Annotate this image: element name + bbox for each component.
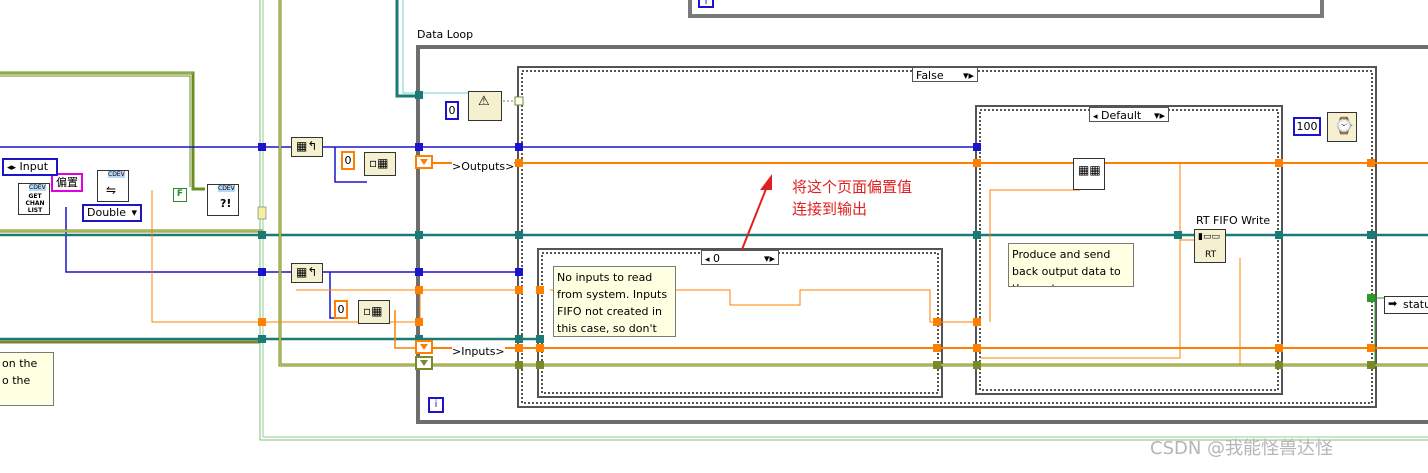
case-selector-default[interactable]: ◂ Default ▾▸ — [1089, 107, 1169, 122]
wait-ms-node[interactable]: ⌚ — [1327, 112, 1357, 142]
type-enum[interactable]: Double ▾ — [82, 204, 142, 222]
error-icon: ?! — [220, 197, 232, 210]
false-constant[interactable]: F — [173, 188, 187, 202]
case-structure-false — [517, 66, 1377, 408]
decrement-arrow-icon: ◂ — [705, 255, 710, 265]
case-selector-inputs-text: 0 — [713, 252, 721, 265]
dropdown-arrow-icon: ▾▸ — [763, 252, 775, 265]
wristwatch-icon: ⌚ — [1334, 116, 1354, 135]
case-selector-default-text: Default — [1101, 109, 1142, 122]
array-grid-icon: ▦↰ — [296, 265, 318, 279]
get-chan-list-node[interactable]: CDEV GET CHAN LIST — [18, 183, 50, 215]
rt-fifo-label: RT FIFO Write — [1196, 214, 1271, 227]
status-label: statu — [1403, 298, 1428, 311]
ring-arrows-icon: ◂▸ — [7, 163, 17, 173]
error-wires — [0, 0, 1428, 367]
build-array-node-2[interactable]: ▦↰ — [291, 263, 323, 283]
case-selector-false[interactable]: False ▾▸ — [912, 67, 978, 82]
iteration-terminal: i — [428, 397, 444, 413]
annotation-line1: 将这个页面偏置值 — [792, 178, 913, 196]
get-chan-list-text: GET CHAN LIST — [25, 193, 45, 214]
comment-left-line2: o the — [2, 374, 31, 387]
array-grid-icon: ▦▦ — [1078, 163, 1101, 177]
annotation-line2: 连接到输出 — [792, 200, 868, 218]
orange-wires — [151, 162, 1428, 365]
input-enum-text: Input — [19, 160, 49, 173]
dropdown-arrow-icon: ▾ — [131, 206, 137, 219]
comment-produce-output: Produce and send back output data to the… — [1008, 243, 1134, 287]
rt-fifo-write-node[interactable]: ▮▭▭ RT — [1194, 229, 1226, 263]
array-replace-node[interactable]: ▦▦ — [1073, 158, 1105, 190]
zero-constant-orange-1[interactable]: 0 — [341, 151, 355, 170]
case-selector-inputs[interactable]: ◂ 0 ▾▸ — [701, 250, 779, 265]
outputs-tunnel-label: >Outputs> — [452, 160, 515, 173]
decrement-arrow-icon: ◂ — [1093, 112, 1098, 122]
initialize-array-node-2[interactable]: ▫▦ — [358, 300, 390, 324]
watermark: CSDN @我能怪兽达怪 — [1150, 438, 1334, 459]
arrow-right-icon: ➡ — [1388, 297, 1398, 310]
comment-no-inputs: No inputs to read from system. Inputs FI… — [553, 266, 676, 337]
cdev-tag: CDEV — [108, 171, 125, 178]
comment-left-line1: on the — [2, 357, 38, 370]
cdev-tag: CDEV — [29, 184, 46, 191]
inputs-tunnel-label: >Inputs> — [452, 345, 505, 358]
warning-icon: ⚠ — [478, 94, 490, 109]
array-grid-icon: ▦↰ — [296, 139, 318, 153]
rt-fifo-node-text: RT — [1205, 250, 1217, 260]
property-icon: ⇋ — [106, 183, 117, 197]
status-indicator[interactable]: ➡ statu — [1384, 296, 1428, 314]
timer-constant[interactable]: 100 — [1293, 117, 1321, 136]
iteration-terminal-top: i — [698, 0, 714, 8]
top-frame-structure — [688, 0, 1324, 18]
cdev-error-node[interactable]: CDEV ?! — [207, 184, 239, 216]
data-loop-label: Data Loop — [417, 28, 474, 41]
fifo-icon: ▮▭▭ — [1198, 232, 1220, 242]
case-selector-false-text: False — [916, 69, 944, 82]
build-array-node-1[interactable]: ▦↰ — [291, 137, 323, 157]
teal-wire-top — [395, 0, 520, 102]
zero-constant-blue[interactable]: 0 — [445, 101, 459, 120]
initialize-array-icon: ▫▦ — [363, 304, 383, 318]
type-enum-text: Double — [87, 206, 126, 219]
initialize-array-node-1[interactable]: ▫▦ — [364, 152, 396, 176]
comment-left-partial: on the o the — [0, 352, 54, 406]
zero-constant-orange-2[interactable]: 0 — [334, 300, 348, 319]
wait-on-error-node[interactable]: ⚠ — [468, 91, 502, 121]
dropdown-arrow-icon: ▾▸ — [1153, 109, 1165, 122]
cdev-property-node[interactable]: CDEV ⇋ — [97, 170, 129, 202]
initialize-array-icon: ▫▦ — [369, 156, 389, 170]
input-enum[interactable]: ◂▸ Input — [2, 158, 58, 176]
cdev-tag: CDEV — [218, 185, 235, 192]
dropdown-arrow-icon: ▾▸ — [962, 69, 974, 82]
